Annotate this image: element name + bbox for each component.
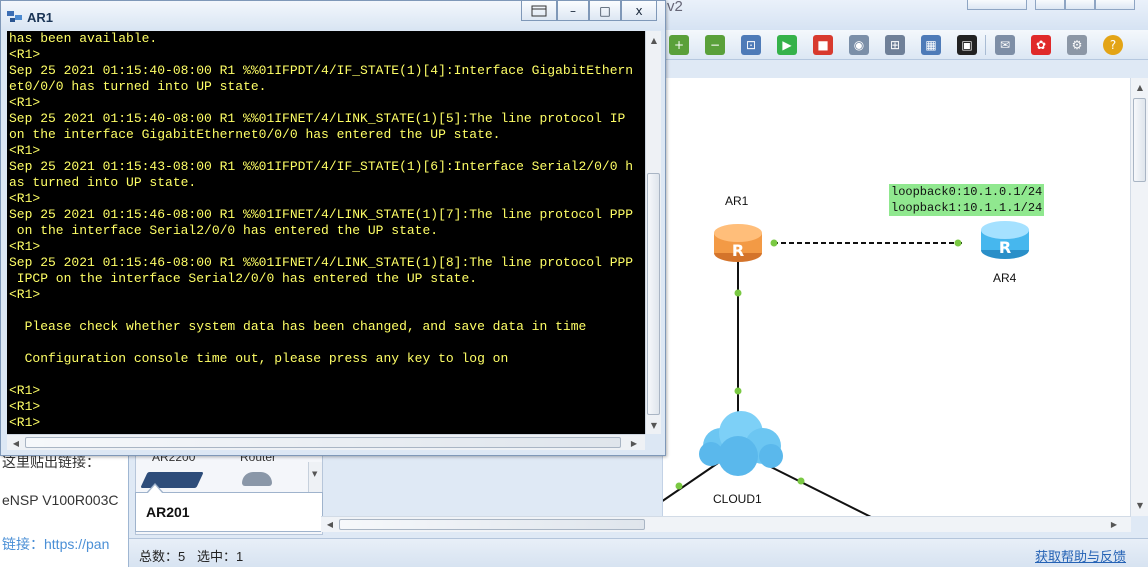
link-endpoint-dot <box>734 387 742 395</box>
terminal-line: Configuration console time out, please p… <box>9 351 509 366</box>
huawei-logo-icon[interactable]: ✿ <box>1031 35 1051 55</box>
scroll-left-arrow[interactable]: ◀ <box>9 436 23 450</box>
scroll-thumb[interactable] <box>339 519 645 530</box>
console-close-button[interactable]: x <box>621 1 657 21</box>
console-titlebar[interactable]: AR1 – □ x <box>1 1 665 30</box>
terminal-line: <R1> <box>9 191 41 206</box>
scroll-left-arrow[interactable]: ◀ <box>323 517 337 531</box>
svg-text:R: R <box>732 241 744 260</box>
console-maximize-button[interactable]: □ <box>589 1 621 21</box>
topology-canvas[interactable]: R R AR1 AR4 CLOUD1 loopback0:10.1.0.1/24… <box>662 78 1130 516</box>
router-ar1-icon[interactable]: R <box>714 224 762 262</box>
stop-icon[interactable]: ■ <box>813 35 833 55</box>
total-count: 总数：5 <box>139 549 186 564</box>
scroll-thumb[interactable] <box>25 437 621 448</box>
scroll-down-arrow[interactable]: ▼ <box>1133 498 1147 512</box>
desktop: 这里贴出链接： eNSP V100R003C 链接：https://pan v2… <box>0 0 1148 567</box>
node-label-ar4: AR4 <box>993 271 1017 285</box>
start-icon[interactable]: ▶ <box>777 35 797 55</box>
ensp-title: v2 <box>667 0 683 15</box>
link-endpoint-dot <box>954 239 962 247</box>
device-panel-scrollbar[interactable]: ▼ <box>308 462 322 492</box>
terminal-line: et0/0/0 has turned into UP state. <box>9 79 267 94</box>
scroll-right-arrow[interactable]: ▶ <box>627 436 641 450</box>
background-text-line: eNSP V100R003C <box>2 492 119 508</box>
terminal-line: <R1> <box>9 95 41 110</box>
link-cloud-left[interactable] <box>663 462 719 516</box>
scroll-up-arrow[interactable]: ▲ <box>647 33 661 47</box>
link-cloud-right[interactable] <box>762 462 883 516</box>
terminal-line: <R1> <box>9 47 41 62</box>
terminal-output[interactable]: has been available. <R1> Sep 25 2021 01:15… <box>7 31 645 434</box>
menu-button[interactable] <box>967 0 1027 10</box>
zoom-in-icon[interactable]: + <box>669 35 689 55</box>
terminal-icon[interactable]: ▣ <box>957 35 977 55</box>
toolbar-divider <box>985 35 986 55</box>
node-label-cloud1: CLOUD1 <box>713 492 762 506</box>
link-endpoint-dot <box>675 482 683 490</box>
note-line: loopback1:10.1.1.1/24 <box>891 201 1043 215</box>
zoom-out-icon[interactable]: − <box>705 35 725 55</box>
canvas-vertical-scrollbar[interactable]: ▲ ▼ <box>1130 78 1148 516</box>
status-bar: 总数：5 选中：1 获取帮助与反馈 <box>129 538 1148 567</box>
terminal-line: <R1> <box>9 383 41 398</box>
terminal-line: has been available. <box>9 31 158 46</box>
router-ar4-icon[interactable]: R <box>981 221 1029 259</box>
router-device-icon[interactable] <box>242 472 272 486</box>
maximize-button[interactable] <box>1065 0 1095 10</box>
selected-device-name: AR201 <box>146 504 190 520</box>
chat-icon[interactable]: ✉ <box>995 35 1015 55</box>
terminal-line: Sep 25 2021 01:15:40-08:00 R1 %%01IFNET/… <box>9 111 626 126</box>
scroll-thumb[interactable] <box>647 173 660 415</box>
terminal-line: IPCP on the interface Serial2/0/0 has en… <box>9 271 478 286</box>
node-label-ar1: AR1 <box>725 194 749 208</box>
settings-icon[interactable]: ⚙ <box>1067 35 1087 55</box>
svg-text:R: R <box>999 238 1011 257</box>
help-feedback-link[interactable]: 获取帮助与反馈 <box>1035 546 1126 565</box>
terminal-vertical-scrollbar[interactable]: ▲ ▼ <box>645 31 661 434</box>
help-icon[interactable]: ? <box>1103 35 1123 55</box>
fit-icon[interactable]: ⊡ <box>741 35 761 55</box>
close-button[interactable] <box>1095 0 1135 10</box>
background-link[interactable]: 链接：https://pan <box>2 534 109 554</box>
terminal-line: Sep 25 2021 01:15:46-08:00 R1 %%01IFNET/… <box>9 255 634 270</box>
canvas-horizontal-scrollbar[interactable]: ◀ ▶ <box>321 516 1131 532</box>
terminal-line: Please check whether system data has bee… <box>9 319 587 334</box>
console-minimize-button[interactable]: – <box>557 1 589 21</box>
link-endpoint-dot <box>770 239 778 247</box>
terminal-line: <R1> <box>9 287 41 302</box>
link-endpoint-dot <box>797 477 805 485</box>
capture-icon[interactable]: ◉ <box>849 35 869 55</box>
terminal-horizontal-scrollbar[interactable]: ◀ ▶ <box>7 434 645 450</box>
terminal-line: <R1> <box>9 399 41 414</box>
terminal-line: as turned into UP state. <box>9 175 197 190</box>
topology-svg: R R <box>663 221 1029 516</box>
terminal-line: <R1> <box>9 415 41 430</box>
selected-count: 选中：1 <box>197 549 244 564</box>
terminal-line: <R1> <box>9 143 41 158</box>
scroll-up-arrow[interactable]: ▲ <box>1133 80 1147 94</box>
terminal-line: <R1> <box>9 239 41 254</box>
terminal-line: on the interface Serial2/0/0 has entered… <box>9 223 439 238</box>
console-app-icon <box>7 11 22 22</box>
terminal-line: Sep 25 2021 01:15:40-08:00 R1 %%01IFPDT/… <box>9 63 634 78</box>
scroll-down-arrow[interactable]: ▼ <box>647 418 661 432</box>
link-endpoint-dot <box>734 289 742 297</box>
topology-icon[interactable]: ⊞ <box>885 35 905 55</box>
scroll-right-arrow[interactable]: ▶ <box>1107 517 1121 531</box>
grid-icon[interactable]: ▦ <box>921 35 941 55</box>
loopback-note[interactable]: loopback0:10.1.0.1/24 loopback1:10.1.1.1… <box>889 184 1045 216</box>
console-title: AR1 <box>27 10 54 25</box>
toolbar: + − ⊡ ▶ ■ ◉ ⊞ ▦ ▣ ✉ ✿ ⚙ ? <box>659 30 1148 60</box>
terminal-line: Sep 25 2021 01:15:43-08:00 R1 %%01IFPDT/… <box>9 159 634 174</box>
console-window[interactable]: AR1 – □ x has been available. <R1> Sep 25 … <box>0 0 666 456</box>
selected-device-box[interactable]: AR201 <box>135 483 323 532</box>
terminal-line: Sep 25 2021 01:15:46-08:00 R1 %%01IFNET/… <box>9 207 634 222</box>
note-line: loopback0:10.1.0.1/24 <box>891 185 1043 199</box>
terminal-line: on the interface GigabitEthernet0/0/0 ha… <box>9 127 501 142</box>
minimize-button[interactable] <box>1035 0 1065 10</box>
scroll-thumb[interactable] <box>1133 98 1146 182</box>
window-restore-icon <box>531 5 547 16</box>
console-restore-button[interactable] <box>521 1 557 21</box>
